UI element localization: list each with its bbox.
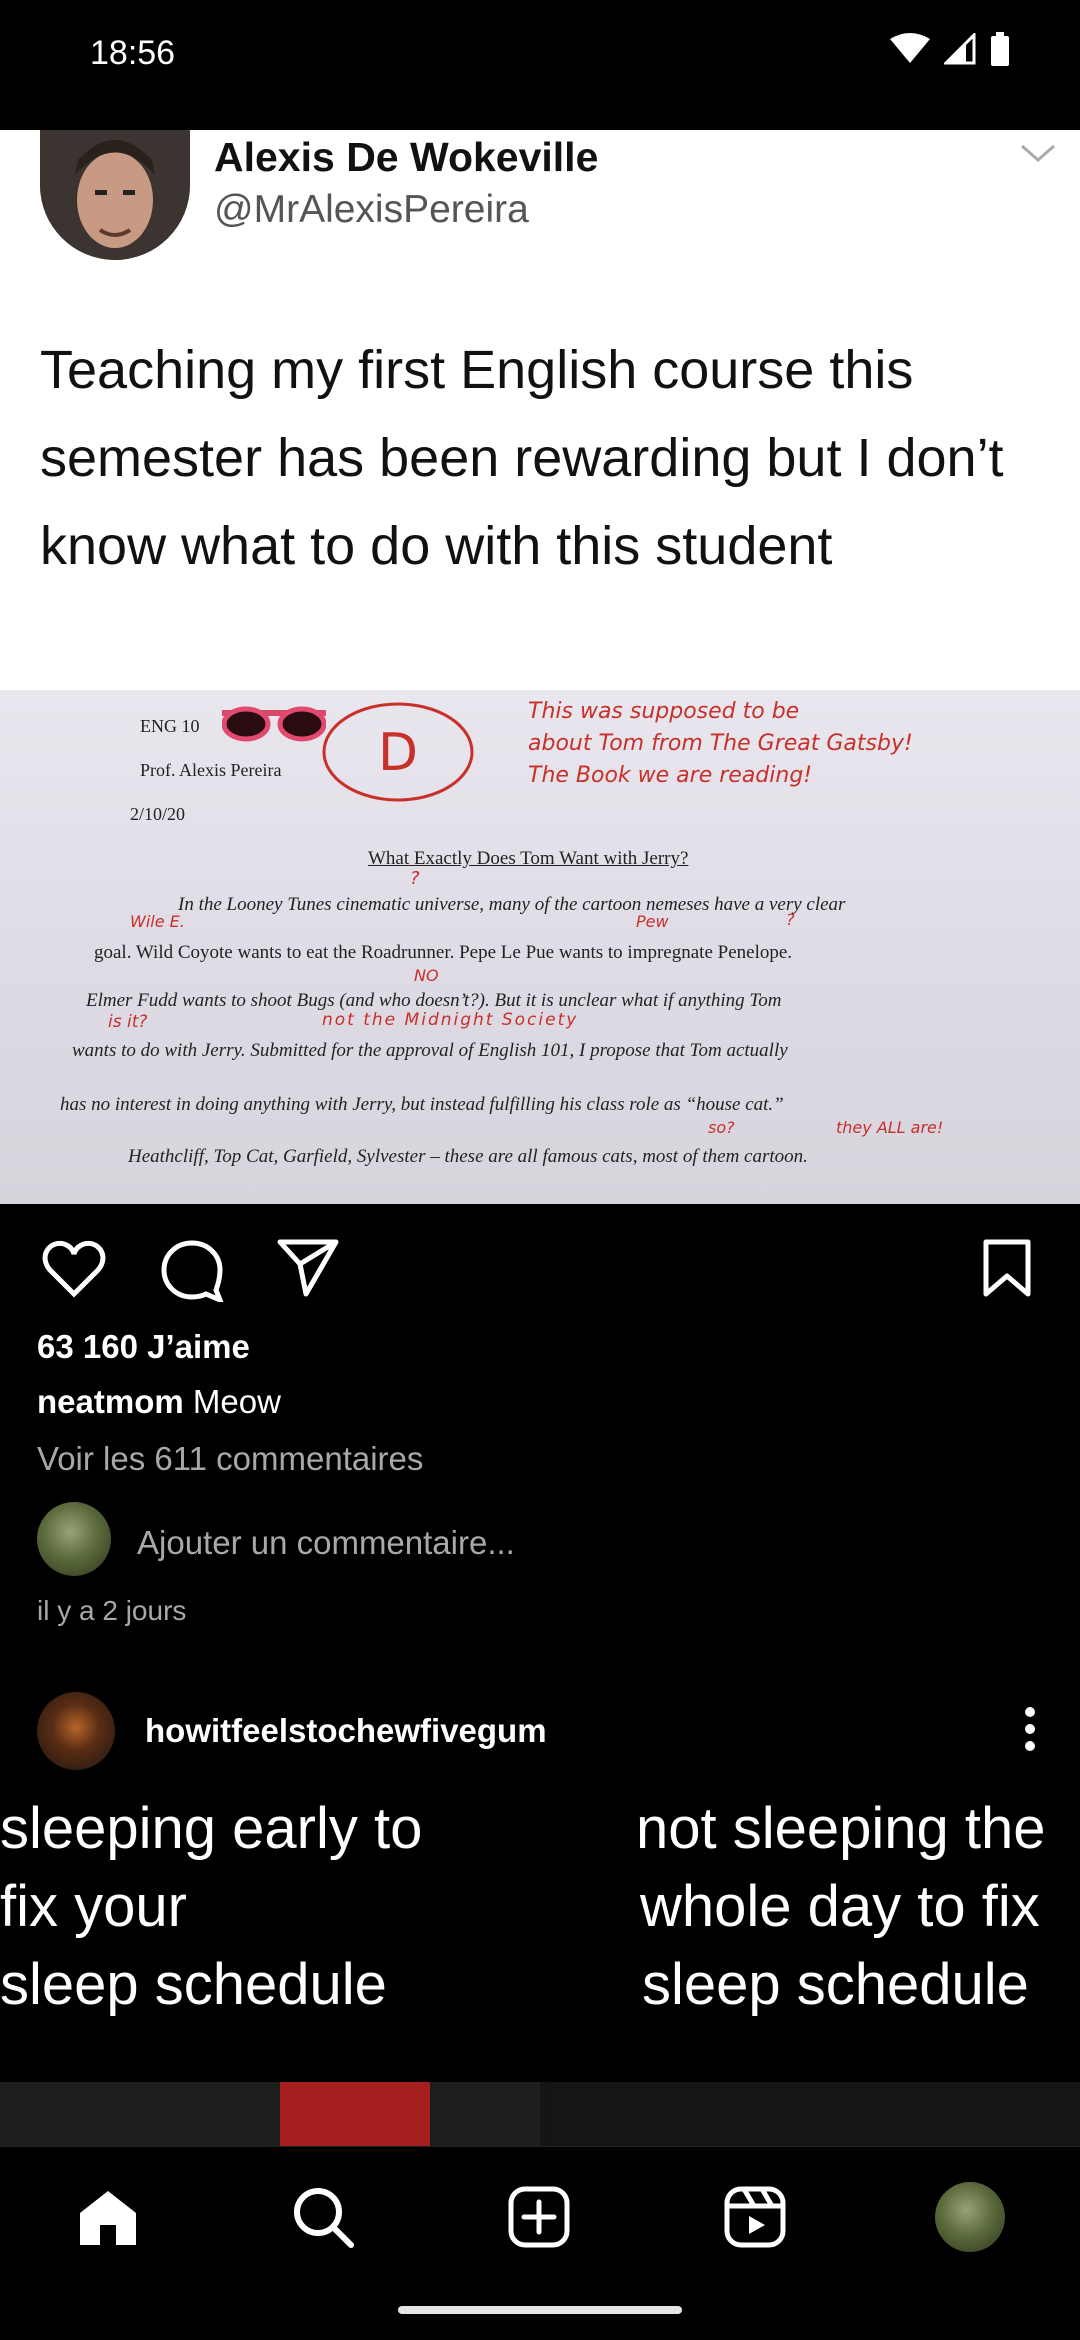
post-image[interactable]: Alexis De Wokeville @MrAlexisPereira Tea… [0, 130, 1080, 1204]
essay-line: In the Looney Tunes cinematic universe, … [178, 894, 846, 915]
grade-letter: D [378, 723, 418, 783]
caption-text: Meow [192, 1383, 281, 1420]
send-icon[interactable] [276, 1238, 340, 1298]
tweet-card: Alexis De Wokeville @MrAlexisPereira Tea… [0, 130, 1080, 690]
essay-line: goal. Wild Coyote wants to eat the Roadr… [94, 942, 793, 963]
wifi-icon [890, 33, 930, 63]
nav-reels[interactable] [715, 2177, 795, 2257]
nav-profile[interactable] [930, 2177, 1010, 2257]
status-icons [890, 32, 1010, 66]
add-comment-input[interactable]: Ajouter un commentaire... [137, 1524, 515, 1562]
teacher-note: This was supposed to be about Tom from T… [528, 699, 913, 788]
comment-icon[interactable] [160, 1238, 224, 1302]
tweet-text: Teaching my first English course this se… [40, 340, 1004, 576]
nav-create[interactable] [499, 2177, 579, 2257]
essay-title: What Exactly Does Tom Want with Jerry? [368, 848, 689, 869]
meme-text-right: not sleeping the whole day to fix sleep … [636, 1796, 1046, 2017]
avatar [935, 2182, 1005, 2252]
tweet-author-name: Alexis De Wokeville [214, 134, 599, 180]
more-vertical-icon[interactable] [1020, 1704, 1040, 1754]
post-timestamp: il y a 2 jours [37, 1595, 187, 1626]
next-post-image[interactable]: sleeping early to fix your sleep schedul… [0, 1790, 1080, 2030]
add-square-icon [508, 2186, 570, 2248]
view-comments-link[interactable]: Voir les 611 commentaires [37, 1440, 423, 1478]
nav-home[interactable] [68, 2177, 148, 2257]
signal-icon [944, 33, 976, 65]
essay-line: Heathcliff, Top Cat, Garfield, Sylvester… [128, 1146, 808, 1167]
post-caption: neatmom Meow [37, 1383, 281, 1421]
caption-username[interactable]: neatmom [37, 1383, 184, 1420]
meme-text-left: sleeping early to fix your sleep schedul… [0, 1796, 423, 2017]
post-actions [0, 1230, 1080, 1310]
nav-search[interactable] [283, 2177, 363, 2257]
paper-date: 2/10/20 [130, 804, 186, 824]
status-bar: 18:56 [0, 0, 1080, 108]
like-count[interactable]: 63 160 J’aime [37, 1328, 250, 1366]
status-time: 18:56 [90, 34, 176, 72]
paper-course: ENG 10 [140, 716, 200, 736]
bookmark-icon[interactable] [982, 1238, 1032, 1298]
search-icon [294, 2188, 354, 2248]
reels-icon [724, 2186, 786, 2248]
chevron-down-icon [1021, 144, 1055, 162]
essay-line: wants to do with Jerry. Submitted for th… [72, 1040, 788, 1061]
next-post-username[interactable]: howitfeelstochewfivegum [145, 1712, 547, 1750]
add-comment-row[interactable]: Ajouter un commentaire... [37, 1502, 737, 1578]
heart-icon[interactable] [42, 1238, 106, 1298]
battery-icon [991, 32, 1009, 66]
meme-image-strip [0, 2082, 1080, 2146]
home-icon [80, 2191, 136, 2245]
avatar[interactable] [37, 1692, 115, 1770]
sunglasses-icon [222, 706, 326, 742]
essay-line: Elmer Fudd wants to shoot Bugs (and who … [86, 990, 782, 1011]
avatar [37, 1502, 111, 1576]
next-post-header: howitfeelstochewfivegum [0, 1690, 1080, 1770]
paper-prof: Prof. Alexis Pereira [140, 760, 282, 780]
home-indicator[interactable] [398, 2306, 682, 2314]
graded-paper-photo: ENG 10 Prof. Alexis Pereira 2/10/20 D Th… [0, 690, 1080, 1204]
grade-circle: D [322, 702, 474, 802]
essay-line: has no interest in doing anything with J… [60, 1094, 784, 1115]
tweet-author-handle: @MrAlexisPereira [214, 188, 529, 231]
tweet-avatar [40, 130, 190, 260]
